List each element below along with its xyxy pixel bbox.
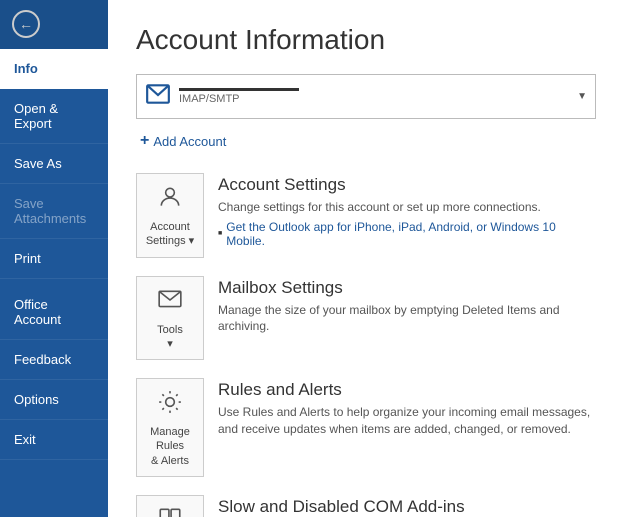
- account-settings-card: AccountSettings ▾ Account Settings Chang…: [136, 173, 596, 258]
- sidebar: ← Info Open & Export Save As Save Attach…: [0, 0, 108, 517]
- plus-icon: +: [140, 132, 149, 150]
- sidebar-item-feedback[interactable]: Feedback: [0, 340, 108, 380]
- manage-rules-button[interactable]: Manage Rules& Alerts: [136, 378, 204, 477]
- sidebar-item-save-as[interactable]: Save As: [0, 144, 108, 184]
- manage-rules-icon-label: Manage Rules& Alerts: [143, 425, 197, 468]
- sidebar-item-info[interactable]: Info: [0, 49, 108, 89]
- mailbox-settings-title: Mailbox Settings: [218, 278, 596, 298]
- account-settings-link[interactable]: Get the Outlook app for iPhone, iPad, An…: [218, 220, 596, 248]
- rules-alerts-card: Manage Rules& Alerts Rules and Alerts Us…: [136, 378, 596, 477]
- tools-icon-label: Tools▾: [157, 323, 183, 352]
- page-title: Account Information: [136, 24, 596, 56]
- account-type-label: IMAP/SMTP: [179, 93, 569, 105]
- rules-alerts-desc: Use Rules and Alerts to help organize yo…: [218, 404, 596, 438]
- sidebar-item-office-account[interactable]: Office Account: [0, 285, 108, 340]
- email-icon: [145, 81, 171, 112]
- rules-alerts-content: Rules and Alerts Use Rules and Alerts to…: [218, 378, 596, 442]
- mailbox-settings-desc: Manage the size of your mailbox by empty…: [218, 302, 596, 336]
- tools-icon: [157, 287, 183, 319]
- account-settings-icon: [157, 184, 183, 216]
- account-settings-desc: Change settings for this account or set …: [218, 199, 596, 216]
- dropdown-arrow-icon: ▼: [577, 91, 587, 102]
- mailbox-settings-content: Mailbox Settings Manage the size of your…: [218, 276, 596, 340]
- tools-button[interactable]: Tools▾: [136, 276, 204, 361]
- account-selector-dropdown[interactable]: IMAP/SMTP ▼: [136, 74, 596, 119]
- main-content: Account Information IMAP/SMTP ▼ + Add Ac…: [108, 0, 624, 517]
- account-settings-button[interactable]: AccountSettings ▾: [136, 173, 204, 258]
- account-settings-icon-label: AccountSettings ▾: [146, 220, 194, 249]
- com-addins-content: Slow and Disabled COM Add-ins Manage COM…: [218, 495, 596, 517]
- account-settings-title: Account Settings: [218, 175, 596, 195]
- com-addins-card: Manage COMAdd-ins Slow and Disabled COM …: [136, 495, 596, 517]
- sidebar-item-exit[interactable]: Exit: [0, 420, 108, 460]
- com-addins-title: Slow and Disabled COM Add-ins: [218, 497, 596, 517]
- mailbox-settings-card: Tools▾ Mailbox Settings Manage the size …: [136, 276, 596, 361]
- account-settings-content: Account Settings Change settings for thi…: [218, 173, 596, 248]
- add-account-label: Add Account: [153, 134, 226, 149]
- back-arrow-icon: ←: [12, 10, 40, 38]
- sidebar-item-save-attachments: Save Attachments: [0, 184, 108, 239]
- sidebar-item-print[interactable]: Print: [0, 239, 108, 279]
- rules-icon: [157, 389, 183, 421]
- manage-com-addins-button[interactable]: Manage COMAdd-ins: [136, 495, 204, 517]
- back-button[interactable]: ←: [0, 0, 108, 49]
- com-addins-icon: [157, 506, 183, 517]
- sidebar-item-options[interactable]: Options: [0, 380, 108, 420]
- add-account-button[interactable]: + Add Account: [136, 127, 230, 155]
- rules-alerts-title: Rules and Alerts: [218, 380, 596, 400]
- sidebar-item-open-export[interactable]: Open & Export: [0, 89, 108, 144]
- account-name-bar: [179, 88, 299, 91]
